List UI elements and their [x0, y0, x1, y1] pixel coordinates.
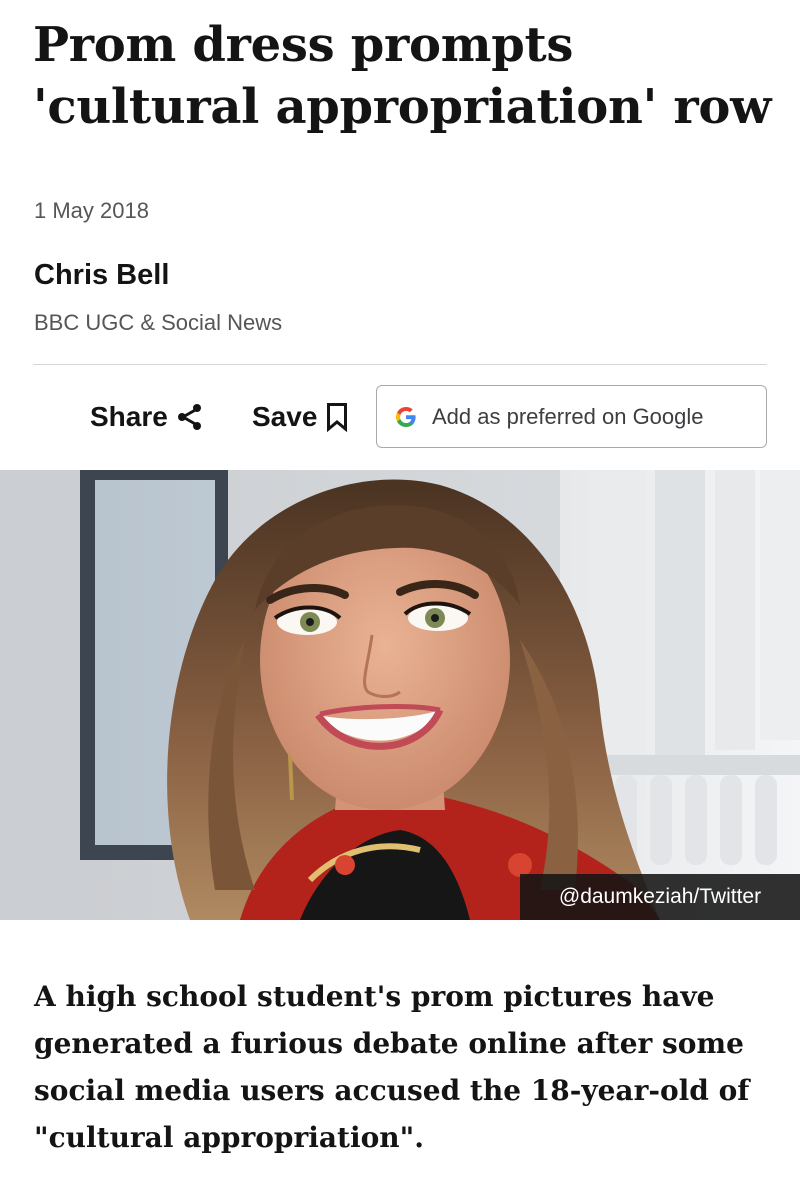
bookmark-icon	[326, 402, 348, 432]
share-label: Share	[90, 401, 168, 432]
google-button-label: Add as preferred on Google	[432, 403, 704, 429]
save-label: Save	[252, 401, 318, 432]
article-lede: A high school student's prom pictures ha…	[34, 980, 750, 1154]
add-preferred-google-button[interactable]: Add as preferred on Google	[376, 385, 767, 448]
publish-date: 1 May 2018	[34, 198, 149, 223]
google-g-icon	[394, 405, 418, 429]
share-icon	[177, 403, 203, 431]
divider	[33, 364, 767, 365]
photo-credit: @daumkeziah/Twitter	[520, 874, 800, 920]
save-button[interactable]: Save	[252, 396, 348, 438]
photo-illustration	[0, 470, 800, 920]
author-name[interactable]: Chris Bell	[34, 259, 169, 292]
headline: Prom dress prompts 'cultural appropriati…	[33, 17, 772, 135]
author-role: BBC UGC & Social News	[34, 310, 283, 335]
share-button[interactable]: Share	[90, 396, 203, 438]
article-photo: @daumkeziah/Twitter	[0, 470, 800, 920]
